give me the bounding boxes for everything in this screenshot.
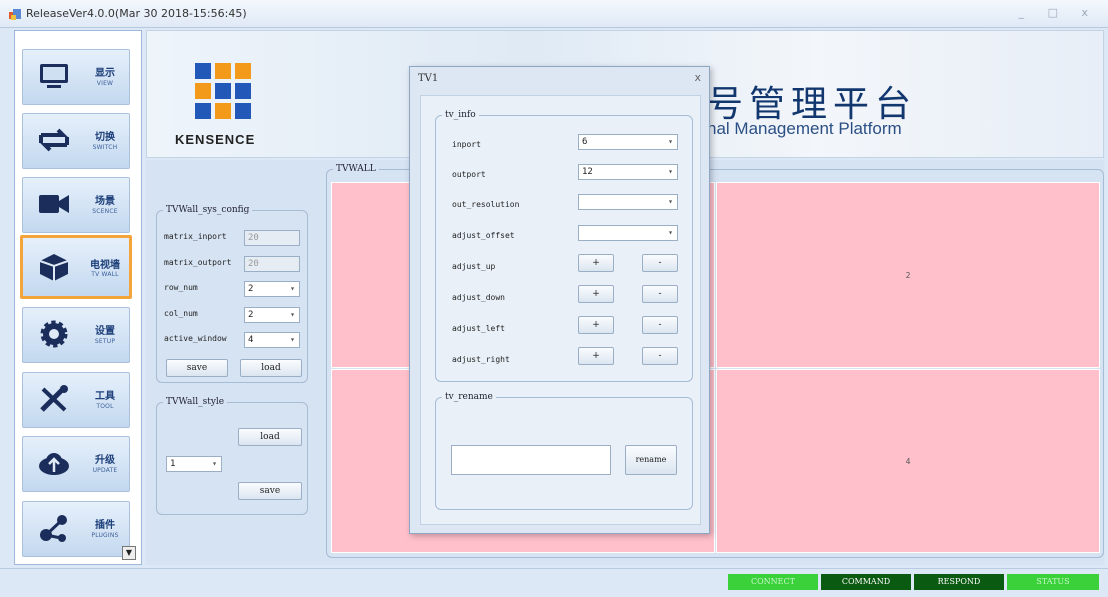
adjust-left-plus-button[interactable]: + (578, 316, 614, 334)
adjust-down-minus-button[interactable]: - (642, 285, 678, 303)
adjust-up-label: adjust_up (452, 262, 496, 271)
out-resolution-select[interactable] (578, 194, 678, 210)
inport-select[interactable]: 6 (578, 134, 678, 150)
nav-item-tv-wall[interactable]: 电视墙 TV WALL (20, 235, 132, 299)
nav-label-cn: 电视墙 (90, 260, 120, 271)
nav-label-cn: 设置 (95, 326, 115, 337)
nav-label-en: VIEW (96, 80, 114, 87)
adjust-right-plus-button[interactable]: + (578, 347, 614, 365)
window-title: ReleaseVer4.0.0(Mar 30 2018-15:56:45) (26, 7, 247, 20)
adjust-offset-label: adjust_offset (452, 231, 515, 240)
style-legend: TVWall_style (166, 397, 225, 407)
nav-label-cn: 插件 (95, 520, 115, 531)
out-resolution-label: out_resolution (452, 200, 520, 209)
nav-item-scence[interactable]: 场景 SCENCE (22, 177, 130, 233)
nav-label-en: TV WALL (91, 271, 119, 278)
dialog-title: TV1 (418, 73, 439, 84)
cube-icon (39, 254, 69, 281)
rename-input[interactable] (451, 445, 611, 475)
banner-title-en: nal Management Platform (707, 119, 902, 138)
save-config-button[interactable]: save (166, 359, 228, 377)
nav-label-cn: 升级 (95, 455, 115, 466)
nav-label-cn: 工具 (95, 391, 115, 402)
close-icon[interactable]: x (694, 71, 701, 84)
inport-label: inport (452, 140, 481, 149)
nav-item-plugins[interactable]: 插件 PLUGINS (22, 501, 130, 557)
nav-label-cn: 切换 (95, 132, 115, 143)
scroll-down-icon[interactable]: ▼ (122, 546, 136, 560)
col-num-label: col_num (164, 309, 198, 318)
adjust-left-label: adjust_left (452, 324, 505, 333)
col-num-select[interactable]: 2 (244, 307, 300, 323)
logo-text: KENSENCE (175, 132, 256, 147)
tv-info-panel: tv_info (435, 110, 693, 382)
tv-rename-legend: tv_rename (445, 392, 493, 402)
adjust-left-minus-button[interactable]: - (642, 316, 678, 334)
load-config-button[interactable]: load (240, 359, 302, 377)
app-icon (9, 9, 21, 20)
nav-item-tool[interactable]: 工具 TOOL (22, 372, 130, 428)
adjust-offset-select[interactable] (578, 225, 678, 241)
side-navigation: 显示 VIEW 切换 SWITCH 场景 SCENCE 电视墙 TV WALL … (14, 30, 142, 565)
row-num-label: row_num (164, 283, 198, 292)
nav-item-view[interactable]: 显示 VIEW (22, 49, 130, 105)
tvwall-legend: TVWALL (336, 164, 376, 174)
nav-label-en: SCENCE (92, 208, 118, 215)
adjust-down-label: adjust_down (452, 293, 505, 302)
gear-icon (40, 320, 68, 348)
switch-arrows-icon (39, 128, 69, 152)
outport-label: outport (452, 170, 486, 179)
save-style-button[interactable]: save (238, 482, 302, 500)
tools-icon (40, 385, 68, 412)
nav-label-en: SWITCH (92, 144, 118, 151)
adjust-right-label: adjust_right (452, 355, 510, 364)
nav-item-setup[interactable]: 设置 SETUP (22, 307, 130, 363)
adjust-down-plus-button[interactable]: + (578, 285, 614, 303)
sys-config-legend: TVWall_sys_config (166, 205, 250, 215)
adjust-right-minus-button[interactable]: - (642, 347, 678, 365)
style-select[interactable]: 1 (166, 456, 222, 472)
video-camera-icon (39, 195, 69, 213)
share-nodes-icon (40, 515, 67, 542)
kensence-logo-icon (195, 63, 251, 119)
matrix-outport-field[interactable]: 20 (244, 256, 300, 272)
title-bar: ReleaseVer4.0.0(Mar 30 2018-15:56:45) _ … (0, 0, 1108, 28)
status-status: STATUS (1007, 574, 1099, 590)
adjust-up-plus-button[interactable]: + (578, 254, 614, 272)
nav-label-en: UPDATE (92, 467, 118, 474)
tv-info-legend: tv_info (445, 110, 476, 120)
matrix-inport-field[interactable]: 20 (244, 230, 300, 246)
nav-label-en: TOOL (96, 403, 114, 410)
matrix-inport-label: matrix_inport (164, 232, 227, 241)
adjust-up-minus-button[interactable]: - (642, 254, 678, 272)
outport-select[interactable]: 12 (578, 164, 678, 180)
matrix-outport-label: matrix_outport (164, 258, 232, 267)
tv-cell-4[interactable]: 4 (716, 369, 1100, 553)
status-connect: CONNECT (728, 574, 818, 590)
status-command: COMMAND (821, 574, 911, 590)
nav-item-update[interactable]: 升级 UPDATE (22, 436, 130, 492)
tv-cell-2[interactable]: 2 (716, 182, 1100, 368)
status-respond: RESPOND (914, 574, 1004, 590)
monitor-icon (40, 64, 68, 88)
active-window-select[interactable]: 4 (244, 332, 300, 348)
cloud-upload-icon (39, 453, 69, 475)
nav-label-en: PLUGINS (91, 532, 119, 539)
window-controls[interactable]: _ □ x (1019, 6, 1098, 19)
nav-label-cn: 显示 (95, 68, 115, 79)
nav-label-en: SETUP (94, 338, 116, 345)
row-num-select[interactable]: 2 (244, 281, 300, 297)
rename-button[interactable]: rename (625, 445, 677, 475)
nav-item-switch[interactable]: 切换 SWITCH (22, 113, 130, 169)
active-window-label: active_window (164, 334, 227, 343)
load-style-button[interactable]: load (238, 428, 302, 446)
nav-label-cn: 场景 (95, 196, 115, 207)
